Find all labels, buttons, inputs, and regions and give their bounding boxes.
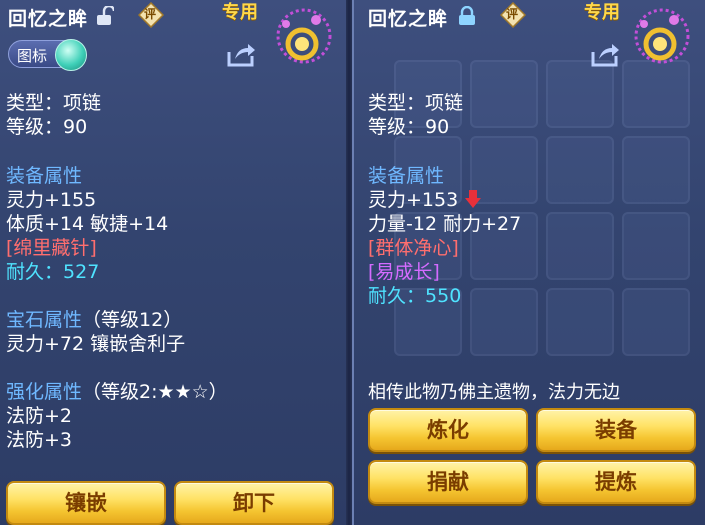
gem-head-label: 宝石属性 xyxy=(6,309,83,331)
gem-level: （等级12） xyxy=(82,309,183,331)
attr-line-2: 力量-12 耐力+27 xyxy=(368,213,522,235)
durability: 耐久：527 xyxy=(6,257,99,284)
share-arrow-icon[interactable] xyxy=(226,42,256,68)
special-effect: [绵里藏针] xyxy=(6,237,97,259)
item-title: 回忆之眸 xyxy=(368,8,449,30)
equip-attr-heading: 装备属性 xyxy=(368,165,445,187)
right-item-tooltip: 回忆之眸 评 专用 类型：项链 等级：90 装备属性 灵力+153 力量-12 … xyxy=(352,0,705,525)
attr-line-2: 体质+14 敏捷+14 xyxy=(6,213,169,235)
attr-line-1: 灵力+153 xyxy=(368,185,482,212)
durability-value: 550 xyxy=(425,285,462,307)
donate-button[interactable]: 捐献 xyxy=(368,460,528,504)
necklace-icon[interactable] xyxy=(630,6,694,70)
review-badge-label: 评 xyxy=(144,7,157,21)
durability-label: 耐久： xyxy=(6,261,64,283)
attr-line-1: 灵力+155 xyxy=(6,189,97,211)
attr-line-1-text: 灵力+153 xyxy=(368,189,459,211)
item-description: 相传此物乃佛主遗物，法力无边 xyxy=(368,382,620,403)
extract-button[interactable]: 提炼 xyxy=(536,460,696,504)
equip-attr-heading: 装备属性 xyxy=(6,165,83,187)
exclusive-tag: 专用 xyxy=(222,2,258,23)
item-type: 类型：项链 xyxy=(368,92,464,114)
unequip-button[interactable]: 卸下 xyxy=(174,481,334,525)
enhance-attr-heading: 强化属性（等级2:★★☆） xyxy=(6,377,228,404)
exclusive-tag: 专用 xyxy=(584,2,620,23)
icon-toggle[interactable]: 图标 xyxy=(8,39,87,71)
gem-attr-heading: 宝石属性（等级12） xyxy=(6,305,182,332)
icon-toggle-label: 图标 xyxy=(17,47,48,65)
toggle-knob xyxy=(55,39,87,71)
red-down-arrow-icon xyxy=(465,190,482,208)
review-badge-label: 评 xyxy=(506,7,519,21)
special-effect-2: [易成长] xyxy=(368,261,440,283)
refine-button[interactable]: 炼化 xyxy=(368,408,528,452)
enhance-head-label: 强化属性 xyxy=(6,381,83,403)
necklace-icon[interactable] xyxy=(272,6,336,70)
gem-attr-line: 灵力+72 镶嵌舍利子 xyxy=(6,333,186,355)
left-item-tooltip: 回忆之眸 评 专用 图标 类型：项链 等级：90 装备属性 灵力+155 体质+… xyxy=(0,0,346,525)
durability-label: 耐久： xyxy=(368,285,426,307)
durability-value: 527 xyxy=(63,261,100,283)
item-level: 等级：90 xyxy=(368,116,450,138)
enhance-line-1: 法防+2 xyxy=(6,405,73,427)
locked-padlock-icon[interactable] xyxy=(458,6,476,26)
equip-button[interactable]: 装备 xyxy=(536,408,696,452)
enhance-line-2: 法防+3 xyxy=(6,429,73,451)
item-title: 回忆之眸 xyxy=(8,8,89,30)
inlay-button[interactable]: 镶嵌 xyxy=(6,481,166,525)
special-effect-1: [群体净心] xyxy=(368,237,459,259)
enhance-level: （等级2:★★☆） xyxy=(82,381,228,403)
item-type: 类型：项链 xyxy=(6,92,102,114)
share-arrow-icon[interactable] xyxy=(590,42,620,68)
durability: 耐久：550 xyxy=(368,281,461,308)
item-level: 等级：90 xyxy=(6,116,88,138)
unlocked-padlock-icon[interactable] xyxy=(96,6,114,26)
